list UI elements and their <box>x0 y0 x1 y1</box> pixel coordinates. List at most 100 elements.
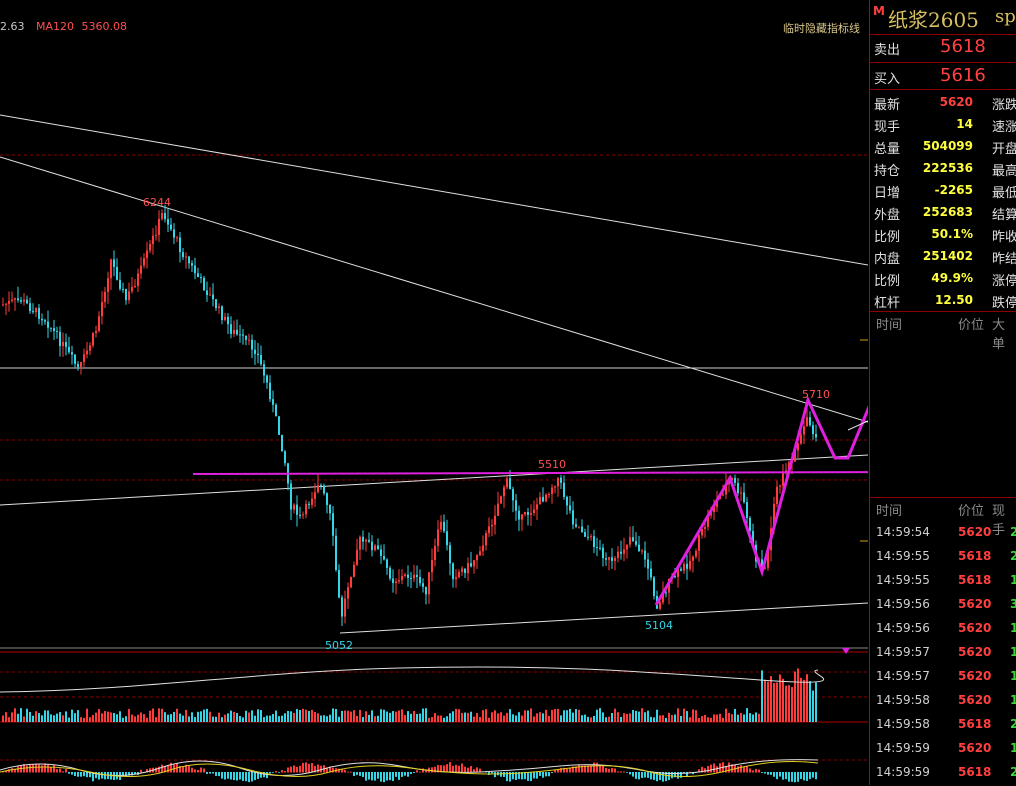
volume-bar <box>641 708 643 722</box>
oscillator-bar <box>380 772 382 782</box>
candle <box>236 329 238 335</box>
candle <box>26 299 28 304</box>
tick-row: 14:59:55 5618 2 <box>870 546 1016 570</box>
oscillator-bar <box>773 772 775 777</box>
volume-bar <box>794 671 796 722</box>
volume-bar <box>620 716 622 722</box>
volume-bar <box>644 712 646 722</box>
candle <box>431 559 433 573</box>
candle <box>500 496 502 504</box>
volume-bar <box>599 708 601 722</box>
candle <box>299 514 301 516</box>
volume-bar <box>221 717 223 722</box>
volume-bar <box>275 710 277 722</box>
volume-bar <box>209 711 211 722</box>
quote-row-value: 251402 <box>922 249 973 263</box>
candle <box>665 592 667 594</box>
volume-bar <box>695 710 697 722</box>
volume-bar <box>38 713 40 722</box>
oscillator-bar <box>608 768 610 773</box>
volume-bar <box>725 708 727 722</box>
volume-bar <box>554 709 556 722</box>
hide-indicator-lines-button[interactable]: 临时隐藏指标线 <box>783 20 860 36</box>
oscillator-bar <box>455 764 457 773</box>
volume-bar <box>335 708 337 722</box>
candle <box>809 417 811 426</box>
volume-bar <box>704 714 706 722</box>
candle <box>812 425 814 435</box>
kline-chart-area[interactable]: 6244 5510 5052 5104 5710 2.63 MA120 5360.08 … <box>0 0 868 785</box>
volume-bar <box>458 709 460 722</box>
oscillator-bar <box>80 772 82 777</box>
volume-bar <box>47 710 49 722</box>
candle <box>53 328 55 332</box>
volume-bar <box>413 710 415 722</box>
candle <box>41 318 43 321</box>
candle <box>464 568 466 573</box>
oscillator-bar <box>305 762 307 773</box>
candle <box>527 512 529 515</box>
volume-bar <box>626 713 628 722</box>
volume-bar <box>290 711 292 722</box>
candle <box>182 252 184 258</box>
volume-bar <box>131 714 133 722</box>
volume-bar <box>650 716 652 722</box>
volume-bar <box>689 717 691 722</box>
candle <box>56 331 58 333</box>
candle <box>413 574 415 579</box>
candle <box>548 494 550 496</box>
volume-bar <box>446 716 448 722</box>
candle <box>578 526 580 528</box>
oscillator-bar <box>671 772 673 779</box>
candle <box>257 353 259 356</box>
volume-bar <box>110 712 112 722</box>
candle <box>239 334 241 336</box>
candle <box>206 290 208 296</box>
tick-time: 14:59:58 <box>876 693 930 707</box>
quote-row-right-label: 昨收 <box>992 230 1016 245</box>
kline-chart[interactable]: 6244 5510 5052 5104 5710 <box>0 0 868 785</box>
candle <box>368 539 370 542</box>
oscillator-bar <box>158 766 160 773</box>
volume-bar <box>677 708 679 722</box>
volume-bar <box>539 712 541 722</box>
volume-bar <box>137 714 139 722</box>
candle <box>584 532 586 537</box>
oscillator-bar <box>290 766 292 773</box>
candle <box>371 541 373 551</box>
candle <box>437 529 439 546</box>
market-badge: M <box>873 4 885 18</box>
oscillator-bar <box>215 772 217 776</box>
volume-bar <box>200 711 202 722</box>
volume-bar <box>701 716 703 722</box>
candle <box>149 244 151 251</box>
candle <box>293 504 295 510</box>
quote-row: 外盘 252683 结算 <box>870 201 1016 223</box>
volume-bar <box>251 710 253 722</box>
candle <box>251 339 253 350</box>
oscillator-bar <box>815 772 817 780</box>
oscillator-bar <box>566 768 568 773</box>
candle <box>524 512 526 515</box>
volume-bar <box>806 674 808 722</box>
oscillator-bar <box>227 772 229 779</box>
candle <box>365 539 367 542</box>
volume-bar <box>437 715 439 722</box>
candle <box>449 545 451 564</box>
volume-bar <box>461 712 463 722</box>
quote-row-value: 49.9% <box>931 271 973 285</box>
volume-bar <box>815 682 817 722</box>
candle <box>272 399 274 405</box>
volume-bar <box>167 714 169 722</box>
volume-bar <box>542 713 544 722</box>
oscillator-bar <box>644 772 646 778</box>
candle <box>386 559 388 568</box>
candle <box>11 299 13 301</box>
candle <box>290 483 292 510</box>
volume-bar <box>686 711 688 722</box>
tick-row: 14:59:56 5620 3 <box>870 594 1016 618</box>
volume-bar <box>407 711 409 722</box>
volume-bar <box>656 709 658 722</box>
tick-time: 14:59:58 <box>876 717 930 731</box>
oscillator-bar <box>278 772 280 773</box>
